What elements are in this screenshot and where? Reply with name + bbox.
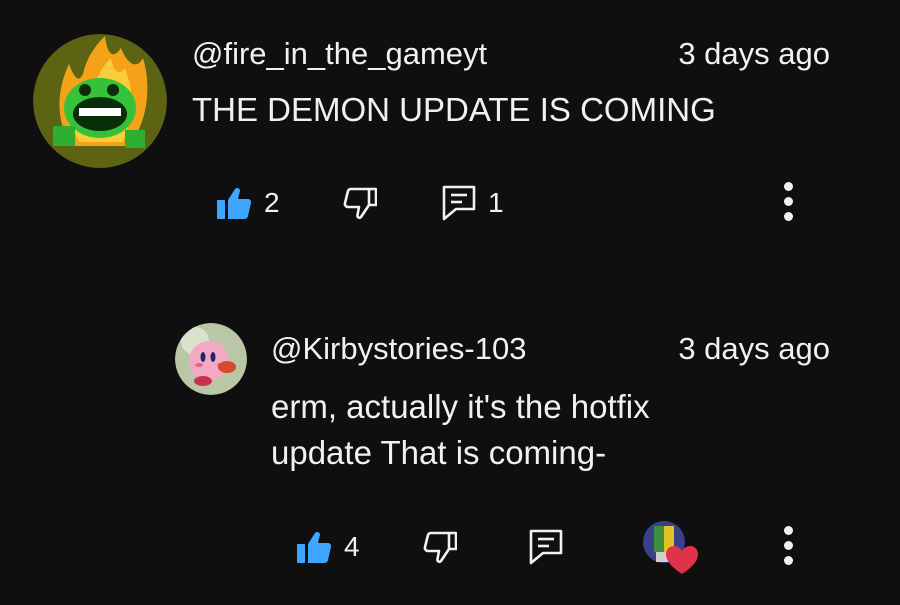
like-count: 4 [344, 531, 360, 562]
comment-text: erm, actually it's the hotfix update Tha… [271, 388, 650, 471]
more-vertical-icon [783, 182, 793, 191]
comment-author-handle[interactable]: @fire_in_the_gameyt [192, 38, 487, 69]
avatar-kirbystories-103[interactable] [175, 323, 247, 395]
reply-count: 1 [488, 187, 504, 218]
creator-heart [640, 520, 698, 576]
like-button[interactable]: 2 [216, 186, 280, 220]
more-options-button[interactable] [781, 182, 795, 221]
reply-icon [529, 529, 563, 565]
thumbs-down-icon [343, 187, 377, 219]
like-button[interactable]: 4 [296, 530, 360, 564]
comment-timestamp[interactable]: 3 days ago [678, 333, 830, 364]
like-count: 2 [264, 187, 280, 218]
avatar-fire-in-the-gameyt[interactable] [33, 34, 167, 168]
thumbs-up-icon [216, 186, 252, 220]
comment-text: THE DEMON UPDATE IS COMING [192, 91, 716, 128]
more-options-button[interactable] [781, 526, 795, 565]
reply-icon [442, 185, 476, 221]
dislike-button[interactable] [423, 531, 457, 563]
reply-button[interactable]: 1 [442, 185, 504, 221]
dislike-button[interactable] [343, 187, 377, 219]
comment-author-handle[interactable]: @Kirbystories-103 [271, 333, 526, 364]
more-vertical-icon [783, 526, 793, 535]
thumbs-up-icon [296, 530, 332, 564]
thumbs-down-icon [423, 531, 457, 563]
comment-timestamp[interactable]: 3 days ago [678, 38, 830, 69]
reply-button[interactable] [529, 529, 563, 565]
